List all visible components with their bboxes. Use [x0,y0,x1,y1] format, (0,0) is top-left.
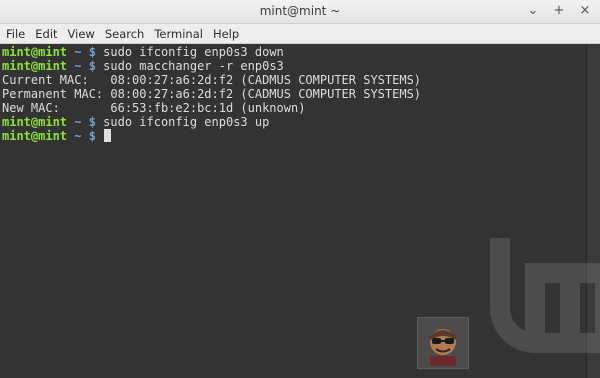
command-text: sudo macchanger -r enp0s3 [103,59,284,73]
menu-bar: File Edit View Search Terminal Help [0,24,600,44]
maximize-button[interactable]: + [552,3,566,19]
prompt-user: mint@mint [2,115,68,129]
output-text: Permanent MAC: 08:00:27:a6:2d:f2 (CADMUS… [2,87,422,101]
prompt-user: mint@mint [2,129,68,143]
avatar [417,317,469,369]
menu-terminal[interactable]: Terminal [150,27,207,41]
menu-file[interactable]: File [2,27,29,41]
minimize-button[interactable]: ⌄ [526,3,540,19]
menu-search[interactable]: Search [101,27,149,41]
command-line: mint@mint ~ $ sudo ifconfig enp0s3 down [2,45,586,59]
prompt-path: ~ $ [67,129,104,143]
output-text: Current MAC: 08:00:27:a6:2d:f2 (CADMUS C… [2,73,422,87]
window-title: mint@mint ~ [259,4,341,18]
terminal-window: mint@mint ~ ⌄ + × File Edit View Search … [0,0,600,378]
mint-logo-watermark-icon [490,238,600,353]
text-cursor [104,129,112,142]
prompt-user: mint@mint [2,45,68,59]
command-line: mint@mint ~ $ sudo macchanger -r enp0s3 [2,59,586,73]
avatar-icon [418,318,468,368]
output-line: Permanent MAC: 08:00:27:a6:2d:f2 (CADMUS… [2,87,586,101]
menu-view[interactable]: View [64,27,99,41]
command-line: mint@mint ~ $ sudo ifconfig enp0s3 up [2,115,586,129]
menu-edit[interactable]: Edit [31,27,61,41]
close-button[interactable]: × [578,3,592,19]
output-line: Current MAC: 08:00:27:a6:2d:f2 (CADMUS C… [2,73,586,87]
prompt-path: ~ $ [67,115,104,129]
menu-help[interactable]: Help [209,27,243,41]
command-text: sudo ifconfig enp0s3 down [103,45,284,59]
output-text: New MAC: 66:53:fb:e2:bc:1d (unknown) [2,101,306,115]
command-line: mint@mint ~ $ [2,129,586,143]
output-line: New MAC: 66:53:fb:e2:bc:1d (unknown) [2,101,586,115]
prompt-path: ~ $ [67,59,104,73]
prompt-path: ~ $ [67,45,104,59]
window-controls: ⌄ + × [526,3,592,19]
title-bar[interactable]: mint@mint ~ ⌄ + × [0,0,600,24]
prompt-user: mint@mint [2,59,68,73]
command-text: sudo ifconfig enp0s3 up [103,115,270,129]
